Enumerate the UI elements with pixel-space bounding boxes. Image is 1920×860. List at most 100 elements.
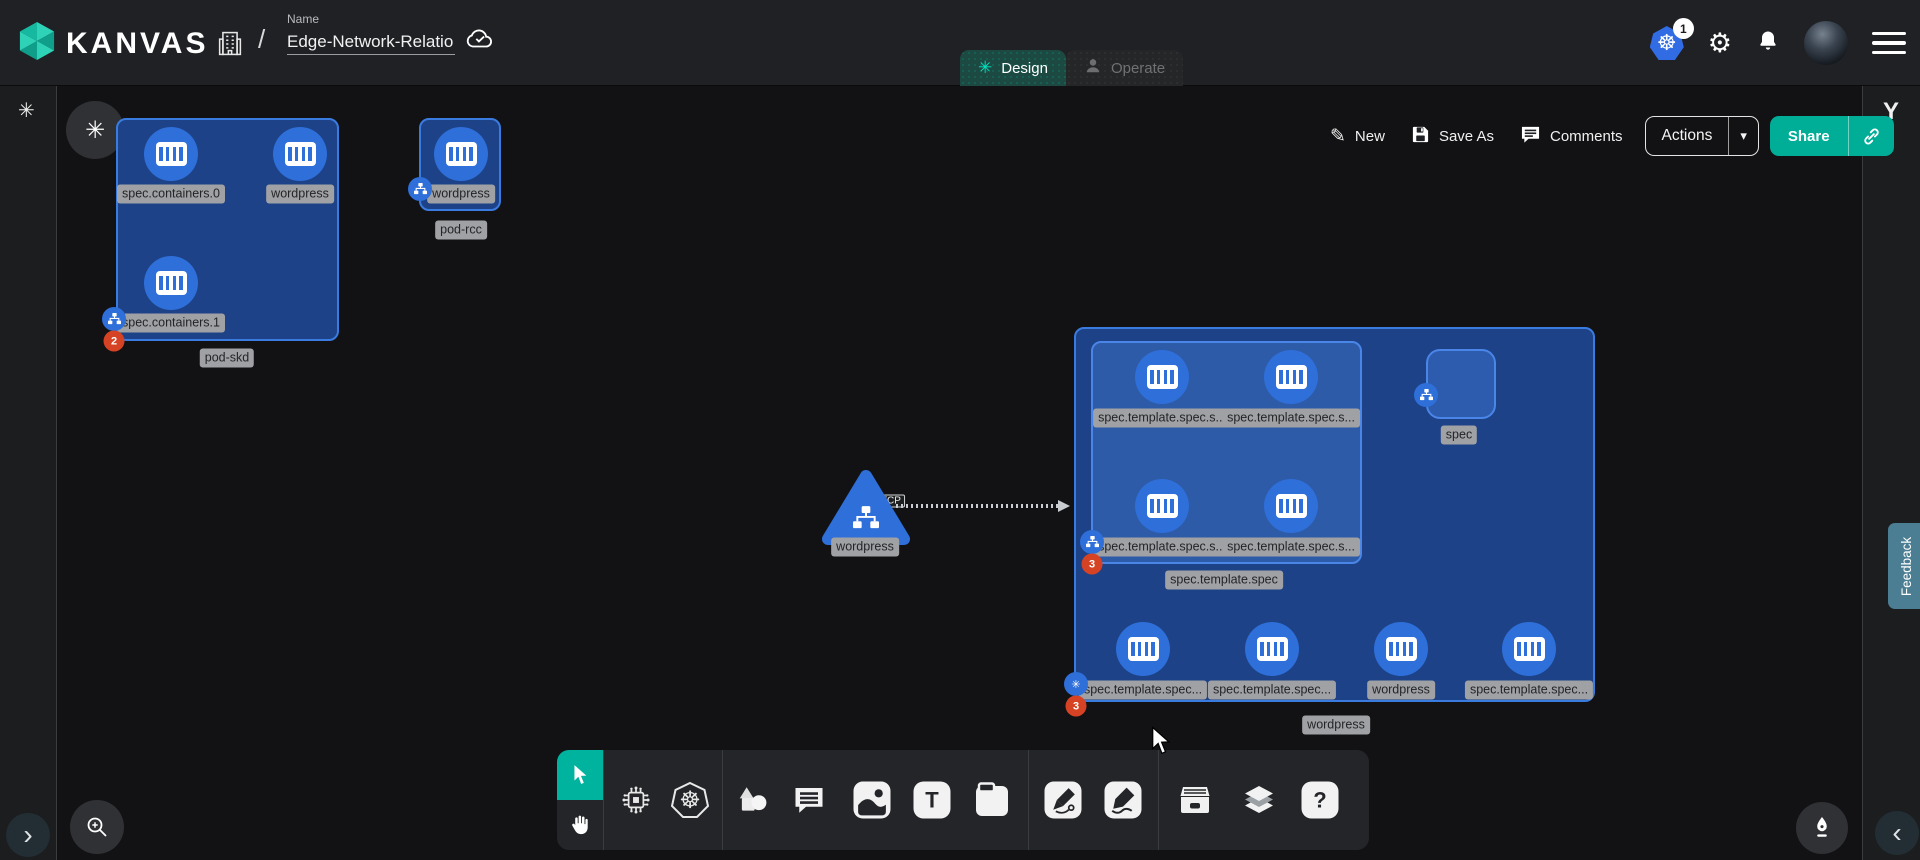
layers-tool[interactable] [1242, 785, 1276, 816]
swirl-icon[interactable]: ✳ [1064, 672, 1088, 696]
save-as-button[interactable]: Save As [1411, 125, 1494, 148]
actions-button[interactable]: Actions ▾ [1645, 116, 1759, 156]
actions-caret-icon[interactable]: ▾ [1729, 128, 1758, 144]
group-pod-rcc[interactable]: wordpress pod-rcc [419, 118, 501, 211]
text-tool[interactable]: T [914, 782, 951, 819]
node-wordpress-container[interactable] [273, 127, 327, 181]
design-name-field: Name [287, 12, 455, 55]
chevron-right-icon: › [23, 819, 32, 851]
actions-divider [1728, 117, 1729, 155]
tab-operate[interactable]: Operate [1066, 50, 1183, 86]
group-pod-skd[interactable]: spec.containers.0 wordpress spec.contain… [116, 118, 339, 341]
node-pod-3[interactable] [1502, 622, 1556, 676]
flower-icon: ✳ [85, 116, 105, 145]
image-tool[interactable] [854, 782, 891, 819]
edge-arrowhead [1058, 500, 1070, 512]
container-icon [1147, 494, 1178, 518]
k8s-wheel-icon: ☸ [679, 786, 701, 815]
design-name-input[interactable] [287, 30, 455, 55]
node-label: spec.template.spec.s... [1222, 409, 1360, 428]
node-pod-2[interactable] [1374, 622, 1428, 676]
node-template-container-3[interactable] [1264, 479, 1318, 533]
collapse-panel-button[interactable]: ‹ [1875, 811, 1919, 855]
node-spec-containers-1[interactable] [144, 256, 198, 310]
breadcrumb-slash: / [258, 24, 265, 55]
organization-icon[interactable] [218, 30, 242, 62]
group-deployment-wordpress[interactable]: spec.template.spec.s... spec.template.sp… [1074, 327, 1595, 702]
shapes-tool[interactable] [736, 786, 768, 814]
help-tool[interactable]: ? [1302, 782, 1339, 819]
kanvas-logo-icon [18, 20, 56, 67]
tab-design[interactable]: ✳ Design [960, 50, 1066, 86]
container-icon [1147, 365, 1178, 389]
error-badge[interactable]: 2 [104, 331, 125, 352]
zoom-button[interactable] [70, 800, 124, 854]
pencil-icon [1105, 782, 1142, 819]
hierarchy-icon[interactable] [408, 177, 432, 201]
comment-tool[interactable] [792, 785, 826, 815]
group-spec-template-spec[interactable]: spec.template.spec.s... spec.template.sp… [1091, 341, 1362, 564]
brand[interactable]: KANVAS [18, 20, 208, 67]
node-template-container-0[interactable] [1135, 350, 1189, 404]
container-icon [1386, 637, 1417, 661]
pen-nib-icon [1811, 815, 1833, 841]
service-edge[interactable] [896, 504, 1062, 508]
toolbar-divider [1028, 750, 1029, 850]
user-avatar[interactable] [1804, 21, 1848, 65]
select-tool[interactable] [557, 750, 603, 800]
node-wordpress-container[interactable] [434, 127, 488, 181]
cloud-sync-icon[interactable] [464, 26, 496, 56]
new-label: New [1355, 128, 1385, 145]
expand-panel-button[interactable]: › [6, 813, 50, 857]
error-badge[interactable]: 3 [1066, 696, 1087, 717]
k8s-context-badge: 1 [1673, 18, 1694, 39]
comments-button[interactable]: Comments [1520, 125, 1623, 148]
hierarchy-icon[interactable] [102, 307, 126, 331]
k8s-context-switcher[interactable]: ☸ 1 [1650, 26, 1684, 60]
feedback-tab[interactable]: Feedback [1888, 523, 1920, 609]
pen-tool[interactable] [1045, 782, 1082, 819]
operate-tab-icon [1084, 57, 1102, 79]
node-label: spec.template.spec... [1208, 681, 1336, 700]
chevron-left-icon: ‹ [1892, 817, 1901, 849]
container-icon [1276, 494, 1307, 518]
layers-icon [1242, 785, 1276, 816]
sync-pinwheel-icon[interactable]: ✳ [18, 98, 35, 123]
kubernetes-tool[interactable]: ☸ [671, 781, 709, 819]
container-icon [1514, 637, 1545, 661]
share-button[interactable]: Share [1770, 116, 1894, 156]
mode-tabs: ✳ Design Operate [960, 50, 1183, 86]
notifications-bell-icon[interactable] [1756, 29, 1780, 58]
toolbar-divider [722, 750, 723, 850]
pan-tool[interactable] [557, 800, 603, 850]
menu-hamburger-icon[interactable] [1872, 32, 1906, 55]
share-link-icon[interactable] [1849, 127, 1894, 146]
canvas-toolbar: ☸ [557, 750, 1369, 850]
drawer-tool[interactable] [1178, 785, 1212, 816]
node-template-container-2[interactable] [1135, 479, 1189, 533]
node-label: spec.template.spec.s... [1093, 409, 1231, 428]
node-pod-1[interactable] [1245, 622, 1299, 676]
cursor-icon [572, 764, 589, 786]
hand-icon [568, 813, 592, 837]
new-button[interactable]: ✎ New [1330, 125, 1385, 148]
node-spec[interactable] [1426, 349, 1496, 419]
pencil-tool[interactable] [1105, 782, 1142, 819]
note-icon [974, 782, 1010, 818]
node-template-container-1[interactable] [1264, 350, 1318, 404]
container-icon [285, 142, 316, 166]
error-badge[interactable]: 3 [1082, 554, 1103, 575]
node-spec-containers-0[interactable] [144, 127, 198, 181]
hierarchy-icon[interactable] [1080, 530, 1104, 554]
toolbar-divider [603, 750, 604, 850]
group-label: pod-rcc [435, 221, 487, 240]
left-rail: ✳ › [0, 86, 57, 860]
node-label: spec.template.spec... [1079, 681, 1207, 700]
components-tool[interactable] [620, 784, 652, 816]
note-tool[interactable] [974, 782, 1010, 818]
hierarchy-icon[interactable] [1414, 383, 1438, 407]
node-pod-0[interactable] [1116, 622, 1170, 676]
settings-gear-icon[interactable]: ⚙ [1708, 28, 1732, 59]
group-label: spec.template.spec [1165, 571, 1283, 590]
ink-pen-button[interactable] [1796, 802, 1848, 854]
